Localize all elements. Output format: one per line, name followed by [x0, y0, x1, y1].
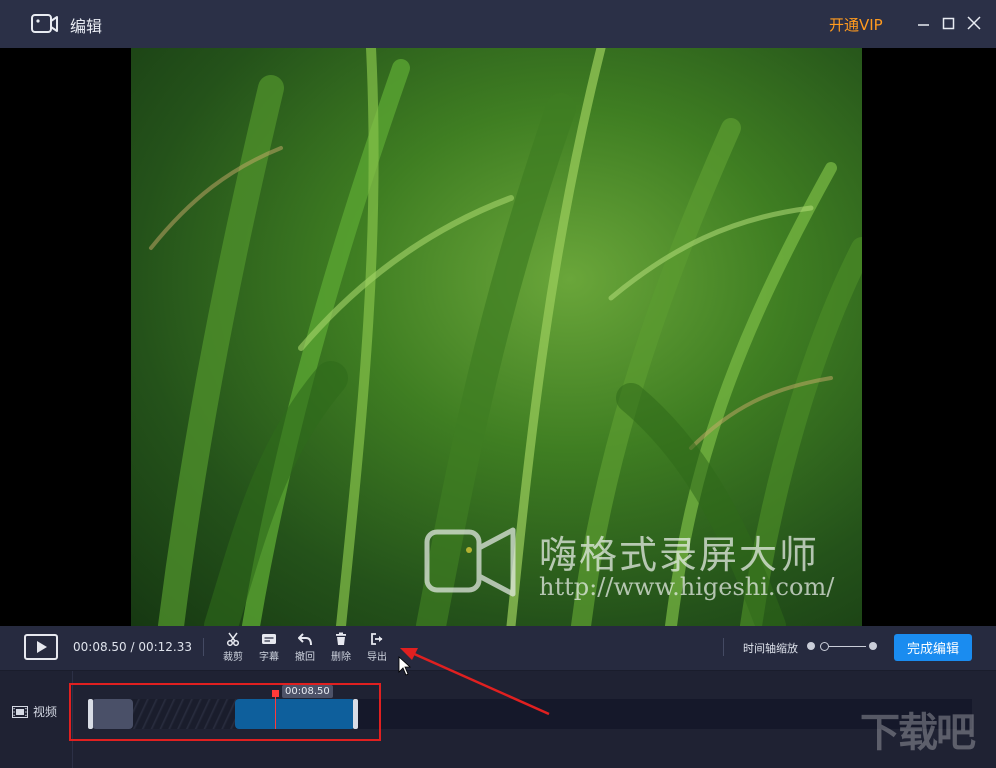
- undo-button[interactable]: 撤回: [290, 630, 320, 663]
- play-icon: [37, 641, 47, 653]
- subtitle-button[interactable]: 字幕: [254, 630, 284, 663]
- vip-link[interactable]: 开通VIP: [829, 14, 883, 35]
- subtitle-label: 字幕: [259, 652, 279, 663]
- film-icon: [12, 705, 28, 718]
- video-track-label: 视频: [12, 703, 57, 720]
- watermark-url: http://www.higeshi.com/: [539, 573, 835, 601]
- video-track-text: 视频: [33, 705, 58, 719]
- time-display: 00:08.50 / 00:12.33: [73, 640, 193, 654]
- play-button[interactable]: [24, 634, 58, 660]
- zoom-out-button[interactable]: [807, 642, 815, 650]
- zoom-slider-track[interactable]: [824, 646, 866, 647]
- zoom-slider-handle[interactable]: [820, 642, 829, 651]
- delete-button[interactable]: 删除: [326, 630, 356, 663]
- title-bar: 编辑 开通VIP: [0, 0, 996, 48]
- site-watermark: 下载吧: [860, 710, 976, 756]
- watermark-text: 嗨格式录屏大师: [539, 533, 820, 577]
- trash-icon: [336, 632, 346, 645]
- minimize-icon[interactable]: [915, 14, 933, 32]
- export-label: 导出: [367, 652, 387, 663]
- subtitle-icon: [262, 634, 276, 644]
- maximize-icon[interactable]: [940, 14, 958, 32]
- annotation-highlight-box: [69, 683, 381, 741]
- window-title: 编辑: [70, 17, 103, 36]
- camera-icon: [31, 13, 59, 35]
- zoom-in-button[interactable]: [869, 642, 877, 650]
- undo-icon: [298, 633, 312, 646]
- export-button[interactable]: 导出: [362, 630, 392, 663]
- timeline: 视频 00:08.50: [0, 671, 996, 768]
- toolbar-divider: [203, 638, 204, 656]
- video-frame: 嗨格式录屏大师 http://www.higeshi.com/: [131, 48, 862, 626]
- scissors-icon: [226, 632, 240, 646]
- video-preview-area: 嗨格式录屏大师 http://www.higeshi.com/: [0, 48, 996, 626]
- export-icon: [371, 633, 383, 645]
- cut-button[interactable]: 裁剪: [218, 630, 248, 663]
- toolbar-divider: [723, 638, 724, 656]
- undo-label: 撤回: [295, 652, 315, 663]
- finish-edit-button[interactable]: 完成编辑: [894, 634, 972, 661]
- cut-label: 裁剪: [223, 652, 243, 663]
- delete-label: 删除: [331, 652, 351, 663]
- close-icon[interactable]: [965, 14, 983, 32]
- edit-toolbar: 00:08.50 / 00:12.33 裁剪 字幕 撤回 删除 导出 时间轴缩放…: [0, 626, 996, 671]
- timeline-zoom-label: 时间轴缩放: [743, 642, 798, 655]
